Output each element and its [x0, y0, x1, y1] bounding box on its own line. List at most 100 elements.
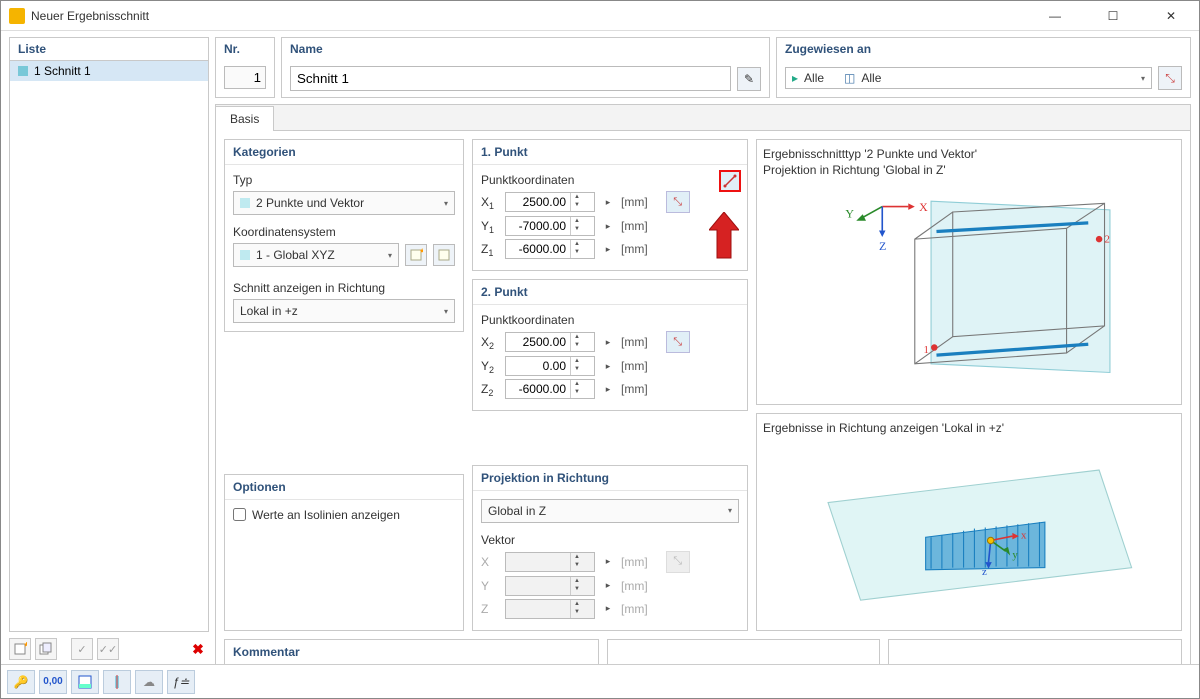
cs-combo[interactable]: 1 - Global XYZ ▾ [233, 243, 399, 267]
iso-checkbox-row[interactable]: Werte an Isolinien anzeigen [233, 508, 455, 522]
categories-header: Kategorien [225, 140, 463, 165]
p1-x-lbl: X [481, 195, 489, 209]
list-toolbar: ★ ✓ ✓✓ ✖ [9, 632, 209, 660]
svg-text:z: z [982, 567, 987, 579]
p1-z-menu[interactable]: ▸ [601, 244, 615, 255]
p1-y-unit: [mm] [621, 219, 648, 233]
dir-label: Schnitt anzeigen in Richtung [233, 281, 455, 295]
status-cloud-icon[interactable]: ☁ [135, 670, 163, 694]
iso-checkbox[interactable] [233, 508, 246, 521]
svg-text:x: x [1021, 530, 1027, 542]
dialog-window: Neuer Ergebnisschnitt — ☐ ✕ Liste 1 Schn… [0, 0, 1200, 699]
dir-combo[interactable]: Lokal in +z ▾ [233, 299, 455, 323]
titlebar: Neuer Ergebnisschnitt — ☐ ✕ [1, 1, 1199, 31]
p2-x-sub: 2 [489, 341, 494, 351]
p1-x-input[interactable]: ▲▼ [505, 192, 595, 212]
p2-y-menu[interactable]: ▸ [601, 361, 615, 372]
projection-group: Projektion in Richtung Global in Z ▾ Vek… [472, 465, 748, 631]
vec-z-menu: ▸ [601, 603, 615, 614]
vec-x-menu: ▸ [601, 556, 615, 567]
two-points-mode-button[interactable] [719, 170, 741, 192]
p1-x-menu[interactable]: ▸ [601, 197, 615, 208]
assign-panel: Zugewiesen an ▸Alle ◫Alle ▾ ⤡ [776, 37, 1191, 98]
p2-z-input[interactable]: ▲▼ [505, 379, 595, 399]
point1-group: 1. Punkt Punktkoordinaten X1 ▲▼ ▸ [mm] ⤡ [472, 139, 748, 271]
status-function-icon[interactable]: ƒ≐ [167, 670, 195, 694]
minimize-button[interactable]: — [1035, 9, 1075, 23]
preview2-caption: Ergebnisse in Richtung anzeigen 'Lokal i… [763, 420, 1175, 436]
p2-x-input[interactable]: ▲▼ [505, 332, 595, 352]
check-button[interactable]: ✓ [71, 638, 93, 660]
p1-z-input[interactable]: ▲▼ [505, 239, 595, 259]
maximize-button[interactable]: ☐ [1093, 9, 1133, 23]
svg-text:2: 2 [1105, 234, 1110, 246]
vec-y-menu: ▸ [601, 580, 615, 591]
delete-button[interactable]: ✖ [187, 638, 209, 660]
p2-y-unit: [mm] [621, 359, 648, 373]
preview1-line1: Ergebnisschnitttyp '2 Punkte und Vektor' [763, 146, 1175, 162]
p2-x-menu[interactable]: ▸ [601, 337, 615, 348]
status-section-icon[interactable] [103, 670, 131, 694]
list-item-swatch [18, 66, 28, 76]
number-input[interactable] [224, 66, 266, 89]
empty-middle-group [607, 639, 880, 664]
name-header: Name [282, 38, 769, 60]
p1-x-sub: 1 [489, 201, 494, 211]
options-header: Optionen [225, 475, 463, 500]
window-title: Neuer Ergebnisschnitt [31, 9, 1035, 23]
cs-new-button[interactable]: ★ [405, 244, 427, 266]
point1-coord-label: Punktkoordinaten [481, 173, 739, 187]
new-button[interactable]: ★ [9, 638, 31, 660]
pick-objects-button[interactable]: ⤡ [1158, 66, 1182, 90]
p2-y-sub: 2 [489, 365, 494, 375]
list-item[interactable]: 1 Schnitt 1 [10, 61, 208, 81]
p2-z-sub: 2 [488, 388, 493, 398]
vec-x-unit: [mm] [621, 555, 648, 569]
copy-button[interactable] [35, 638, 57, 660]
categories-group: Kategorien Typ 2 Punkte und Vektor ▾ Koo… [224, 139, 464, 332]
status-layer-icon[interactable] [71, 670, 99, 694]
vec-x-input: ▲▼ [505, 552, 595, 572]
close-button[interactable]: ✕ [1151, 9, 1191, 23]
list-area[interactable]: 1 Schnitt 1 [9, 61, 209, 632]
svg-text:y: y [1012, 549, 1018, 561]
vec-y-unit: [mm] [621, 579, 648, 593]
p2-y-input[interactable]: ▲▼ [505, 356, 595, 376]
vec-z-unit: [mm] [621, 602, 648, 616]
check-all-button[interactable]: ✓✓ [97, 638, 119, 660]
cs-edit-button[interactable] [433, 244, 455, 266]
vector-label: Vektor [481, 533, 739, 547]
p2-pick-button[interactable]: ⤡ [666, 331, 690, 353]
tab-basis[interactable]: Basis [216, 106, 274, 131]
preview1-caption: Ergebnisschnitttyp '2 Punkte und Vektor'… [763, 146, 1175, 178]
app-icon [9, 8, 25, 24]
preview2-svg: x y z [763, 436, 1175, 623]
p1-y-lbl: Y [481, 219, 489, 233]
name-input[interactable] [290, 66, 731, 91]
p1-x-unit: [mm] [621, 195, 648, 209]
type-combo[interactable]: 2 Punkte und Vektor ▾ [233, 191, 455, 215]
vec-pick-button: ⤡ [666, 551, 690, 573]
assign-header: Zugewiesen an [777, 38, 1190, 60]
name-panel: Name ✎ [281, 37, 770, 98]
p1-pick-button[interactable]: ⤡ [666, 191, 690, 213]
status-decimal-icon[interactable]: 0,00 [39, 670, 67, 694]
projection-header: Projektion in Richtung [473, 466, 747, 491]
svg-text:Z: Z [879, 239, 886, 253]
status-help-icon[interactable]: 🔑 [7, 670, 35, 694]
svg-text:★: ★ [23, 642, 27, 649]
number-header: Nr. [216, 38, 274, 60]
preview-bottom: Ergebnisse in Richtung anzeigen 'Lokal i… [756, 413, 1182, 631]
vec-z-input: ▲▼ [505, 599, 595, 619]
point2-group: 2. Punkt Punktkoordinaten X2 ▲▼ ▸ [mm] ⤡ [472, 279, 748, 411]
p2-z-menu[interactable]: ▸ [601, 384, 615, 395]
p2-x-lbl: X [481, 335, 489, 349]
edit-name-button[interactable]: ✎ [737, 67, 761, 91]
svg-text:Y: Y [845, 207, 854, 221]
p1-y-menu[interactable]: ▸ [601, 221, 615, 232]
projection-combo[interactable]: Global in Z ▾ [481, 499, 739, 523]
p1-z-unit: [mm] [621, 242, 648, 256]
p1-y-input[interactable]: ▲▼ [505, 216, 595, 236]
assign-combo[interactable]: ▸Alle ◫Alle ▾ [785, 67, 1152, 89]
p2-z-unit: [mm] [621, 382, 648, 396]
